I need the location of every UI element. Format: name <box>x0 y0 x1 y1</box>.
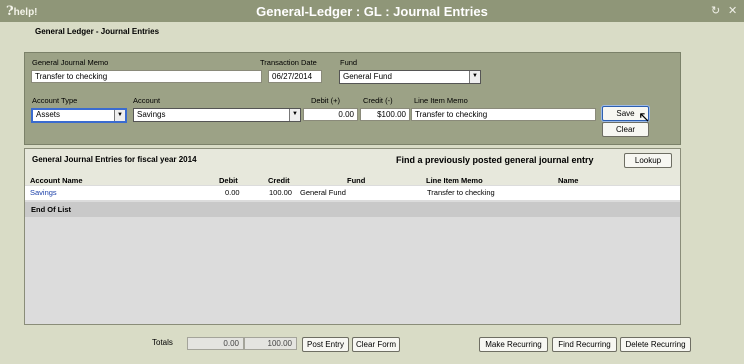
column-header-credit[interactable]: Credit <box>268 176 290 185</box>
refresh-icon[interactable]: ↻ <box>711 4 720 17</box>
totals-label: Totals <box>152 338 173 347</box>
account-select[interactable]: Savings ▼ <box>133 108 301 122</box>
list-header: General Journal Entries for fiscal year … <box>25 149 680 185</box>
end-of-list-label: End Of List <box>31 205 71 214</box>
account-label: Account <box>133 96 161 105</box>
column-header-fund[interactable]: Fund <box>347 176 365 185</box>
close-icon[interactable]: ✕ <box>728 4 737 17</box>
mouse-cursor-icon: ↖ <box>638 109 651 126</box>
fund-select[interactable]: General Fund ▼ <box>339 70 481 84</box>
make-recurring-button[interactable]: Make Recurring <box>479 337 548 352</box>
clear-form-button[interactable]: Clear Form <box>352 337 400 352</box>
line-memo-label: Line Item Memo <box>414 96 468 105</box>
date-input[interactable]: 06/27/2014 <box>268 70 322 83</box>
fund-label: Fund <box>340 58 358 67</box>
column-header-debit[interactable]: Debit <box>219 176 238 185</box>
column-header-account-name[interactable]: Account Name <box>30 176 83 185</box>
memo-label: General Journal Memo <box>32 58 109 67</box>
account-type-select[interactable]: Assets ▼ <box>31 108 127 123</box>
column-header-line-item-memo[interactable]: Line Item Memo <box>426 176 483 185</box>
debit-input[interactable]: 0.00 <box>303 108 358 121</box>
lookup-button[interactable]: Lookup <box>624 153 672 168</box>
list-title: General Journal Entries for fiscal year … <box>32 155 197 164</box>
date-label: Transaction Date <box>260 58 317 67</box>
row-credit: 100.00 <box>269 188 292 197</box>
chevron-down-icon[interactable]: ▼ <box>469 71 480 83</box>
find-recurring-button[interactable]: Find Recurring <box>552 337 617 352</box>
line-memo-input[interactable]: Transfer to checking <box>411 108 596 121</box>
page-title: General Ledger - Journal Entries <box>35 27 160 36</box>
journal-entries-list: General Journal Entries for fiscal year … <box>24 148 681 325</box>
find-posted-label: Find a previously posted general journal… <box>396 155 594 165</box>
row-debit: 0.00 <box>225 188 240 197</box>
post-entry-button[interactable]: Post Entry <box>302 337 349 352</box>
row-fund: General Fund <box>300 188 346 197</box>
total-credit: 100.00 <box>244 337 297 350</box>
total-debit: 0.00 <box>187 337 244 350</box>
table-row[interactable]: Savings 0.00 100.00 General Fund Transfe… <box>25 186 680 200</box>
row-account-link[interactable]: Savings <box>30 188 57 197</box>
entry-panel: General Journal Memo Transfer to checkin… <box>24 52 681 145</box>
account-type-select-value: Assets <box>36 110 61 119</box>
chevron-down-icon[interactable]: ▼ <box>289 109 300 121</box>
row-line-memo: Transfer to checking <box>427 188 495 197</box>
credit-input[interactable]: $100.00 <box>360 108 410 121</box>
memo-input[interactable]: Transfer to checking <box>31 70 262 83</box>
column-header-name[interactable]: Name <box>558 176 578 185</box>
fund-select-value: General Fund <box>343 72 392 81</box>
end-of-list-row: End Of List <box>25 202 680 217</box>
account-select-value: Savings <box>137 110 166 119</box>
delete-recurring-button[interactable]: Delete Recurring <box>620 337 691 352</box>
chevron-down-icon[interactable]: ▼ <box>114 110 125 121</box>
debit-label: Debit (+) <box>311 96 340 105</box>
window-title: General-Ledger : GL : Journal Entries <box>256 4 488 19</box>
account-type-label: Account Type <box>32 96 78 105</box>
credit-label: Credit (-) <box>363 96 393 105</box>
window-titlebar: ?help! General-Ledger : GL : Journal Ent… <box>0 0 744 22</box>
